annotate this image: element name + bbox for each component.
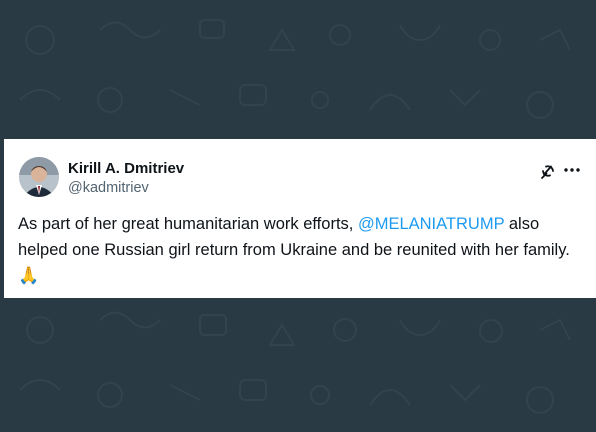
author-name[interactable]: Kirill A. Dmitriev — [68, 160, 184, 177]
avatar[interactable] — [19, 157, 59, 197]
more-icon[interactable] — [562, 160, 582, 180]
mention-link[interactable]: @MELANIATRUMP — [358, 215, 504, 233]
tweet-text: As part of her great humanitarian work e… — [18, 211, 586, 289]
grok-icon[interactable] — [538, 161, 558, 181]
author-handle[interactable]: @kadmitriev — [68, 180, 149, 196]
tweet-card[interactable]: Kirill A. Dmitriev @kadmitriev As part o… — [4, 139, 596, 298]
folded-hands-emoji: 🙏 — [18, 266, 40, 285]
tweet-text-before: As part of her great humanitarian work e… — [18, 215, 358, 233]
